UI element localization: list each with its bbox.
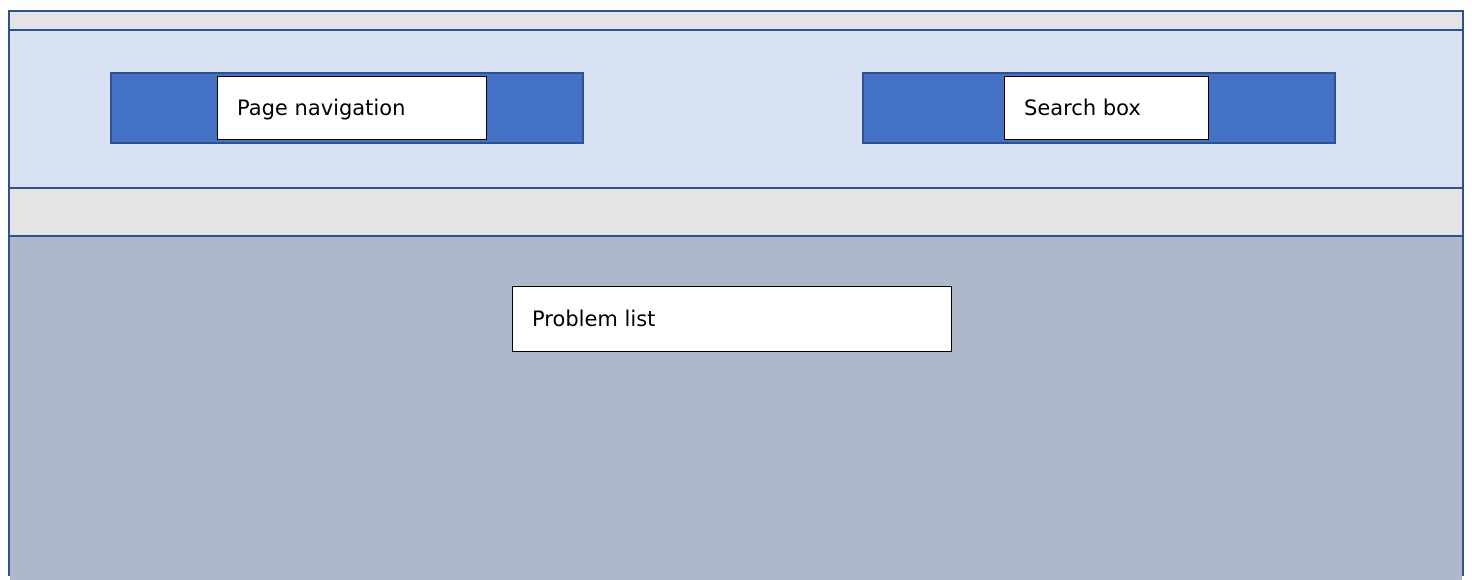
page-frame: Page navigation Search box Problem list xyxy=(8,10,1464,580)
search-box-label[interactable]: Search box xyxy=(1004,76,1209,140)
header-area: Page navigation Search box xyxy=(10,29,1462,189)
separator-strip xyxy=(10,189,1462,235)
content-area: Problem list xyxy=(10,235,1462,580)
problem-list-label[interactable]: Problem list xyxy=(512,286,952,352)
top-strip xyxy=(10,12,1462,29)
page-navigation-label[interactable]: Page navigation xyxy=(217,76,487,140)
